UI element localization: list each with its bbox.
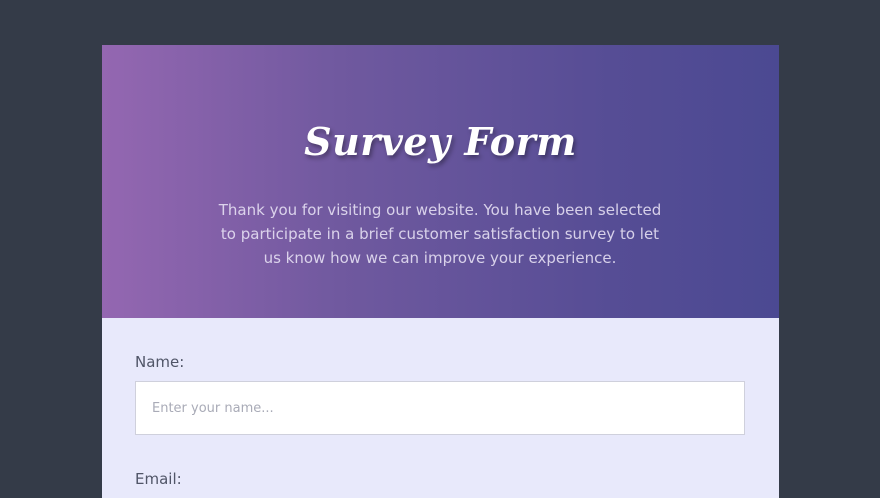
survey-header: Survey Form Thank you for visiting our w…: [102, 45, 779, 318]
name-label: Name:: [135, 353, 185, 371]
survey-card: Survey Form Thank you for visiting our w…: [102, 45, 779, 498]
email-label: Email:: [135, 470, 182, 488]
survey-description: Thank you for visiting our website. You …: [218, 201, 662, 267]
page-title: Survey Form: [304, 119, 577, 164]
name-input[interactable]: [135, 381, 745, 435]
